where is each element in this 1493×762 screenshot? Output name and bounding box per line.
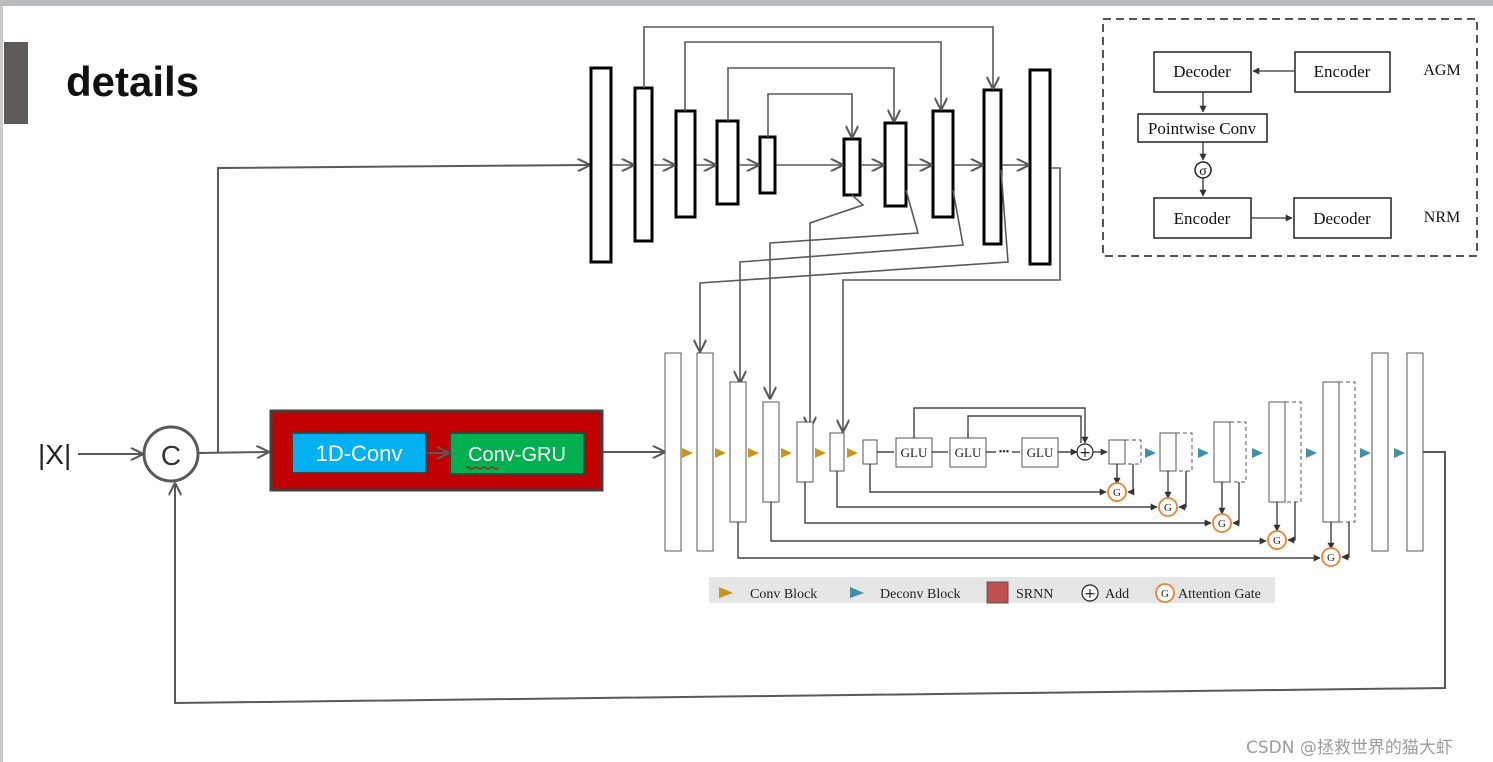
add-node: + [1076, 443, 1094, 461]
gate-label: G [1164, 502, 1172, 514]
gate-label: G [1327, 552, 1335, 564]
inset-encoder2-label: Encoder [1174, 209, 1231, 228]
inset-decoder-label: Decoder [1173, 62, 1231, 81]
inset-nrm-tag: NRM [1424, 209, 1460, 226]
unet-arrows: + G G G G G [682, 407, 1405, 567]
enc-block [829, 432, 845, 472]
legend-conv-label: Conv Block [750, 587, 817, 602]
glu-labels: GLU GLU GLU ••• [901, 445, 1054, 460]
dec-block [1268, 401, 1286, 503]
input-magnitude-label: |X| [38, 439, 71, 470]
agm-block [842, 137, 862, 197]
dec-block [1159, 432, 1177, 472]
agm-block [674, 109, 697, 219]
convgru-label: Conv-GRU [468, 444, 566, 466]
agm-block [1028, 68, 1052, 266]
inset-encoder-label: Encoder [1314, 62, 1371, 81]
legend: Conv Block Deconv Block SRNN + Add G Att… [709, 577, 1275, 604]
glu-label: GLU [901, 445, 928, 460]
agm-block [931, 109, 955, 219]
agm-block [589, 66, 613, 264]
enc-block [862, 439, 878, 465]
watermark: CSDN @拯救世界的猫大虾 [1246, 738, 1453, 758]
enc-block [796, 421, 814, 483]
legend-srnn-icon [986, 581, 1009, 604]
add-symbol: + [1079, 445, 1091, 461]
inset-sigma-label: σ [1199, 164, 1207, 179]
legend-add-label: Add [1105, 587, 1129, 602]
inset-decoder2-label: Decoder [1313, 209, 1371, 228]
glu-ellipsis: ••• [999, 447, 1010, 458]
inset-agm-tag: AGM [1423, 62, 1460, 79]
concat-to-srnn-arrow [197, 452, 268, 453]
enc-block [729, 381, 747, 523]
out-block [1371, 352, 1389, 552]
agm-block [633, 86, 654, 243]
enc-block [762, 401, 780, 503]
enc-block [696, 352, 714, 552]
agm-block [715, 119, 740, 206]
enc-block [664, 352, 682, 552]
glu-label: GLU [955, 445, 982, 460]
legend-deconv-label: Deconv Block [880, 587, 960, 602]
agm-unet [589, 66, 1052, 266]
dec-block [1108, 439, 1126, 465]
legend-gate-label: Attention Gate [1178, 587, 1261, 602]
conv1d-label: 1D-Conv [316, 441, 403, 466]
inset-pointwise-label: Pointwise Conv [1148, 119, 1257, 138]
inset-panel: Decoder Encoder Pointwise Conv σ Encoder… [1102, 18, 1478, 257]
gate-label: G [1113, 487, 1121, 499]
agm-block [982, 88, 1003, 246]
legend-add-symbol: + [1084, 586, 1096, 602]
agm-block [883, 121, 908, 208]
architecture-diagram: |X| C 1D-Conv Conv-GRU Decoder Encoder P… [38, 18, 1478, 705]
glu-label: GLU [1027, 445, 1054, 460]
agm-block [758, 135, 777, 195]
dec-block [1322, 381, 1340, 523]
legend-gate-symbol: G [1161, 588, 1169, 600]
out-block [1406, 352, 1424, 552]
gate-label: G [1218, 518, 1226, 530]
branch-to-agm-arrow [217, 165, 589, 452]
concat-label: C [161, 440, 181, 471]
dec-block [1213, 421, 1231, 483]
gate-label: G [1273, 535, 1281, 547]
legend-srnn-label: SRNN [1016, 587, 1053, 602]
